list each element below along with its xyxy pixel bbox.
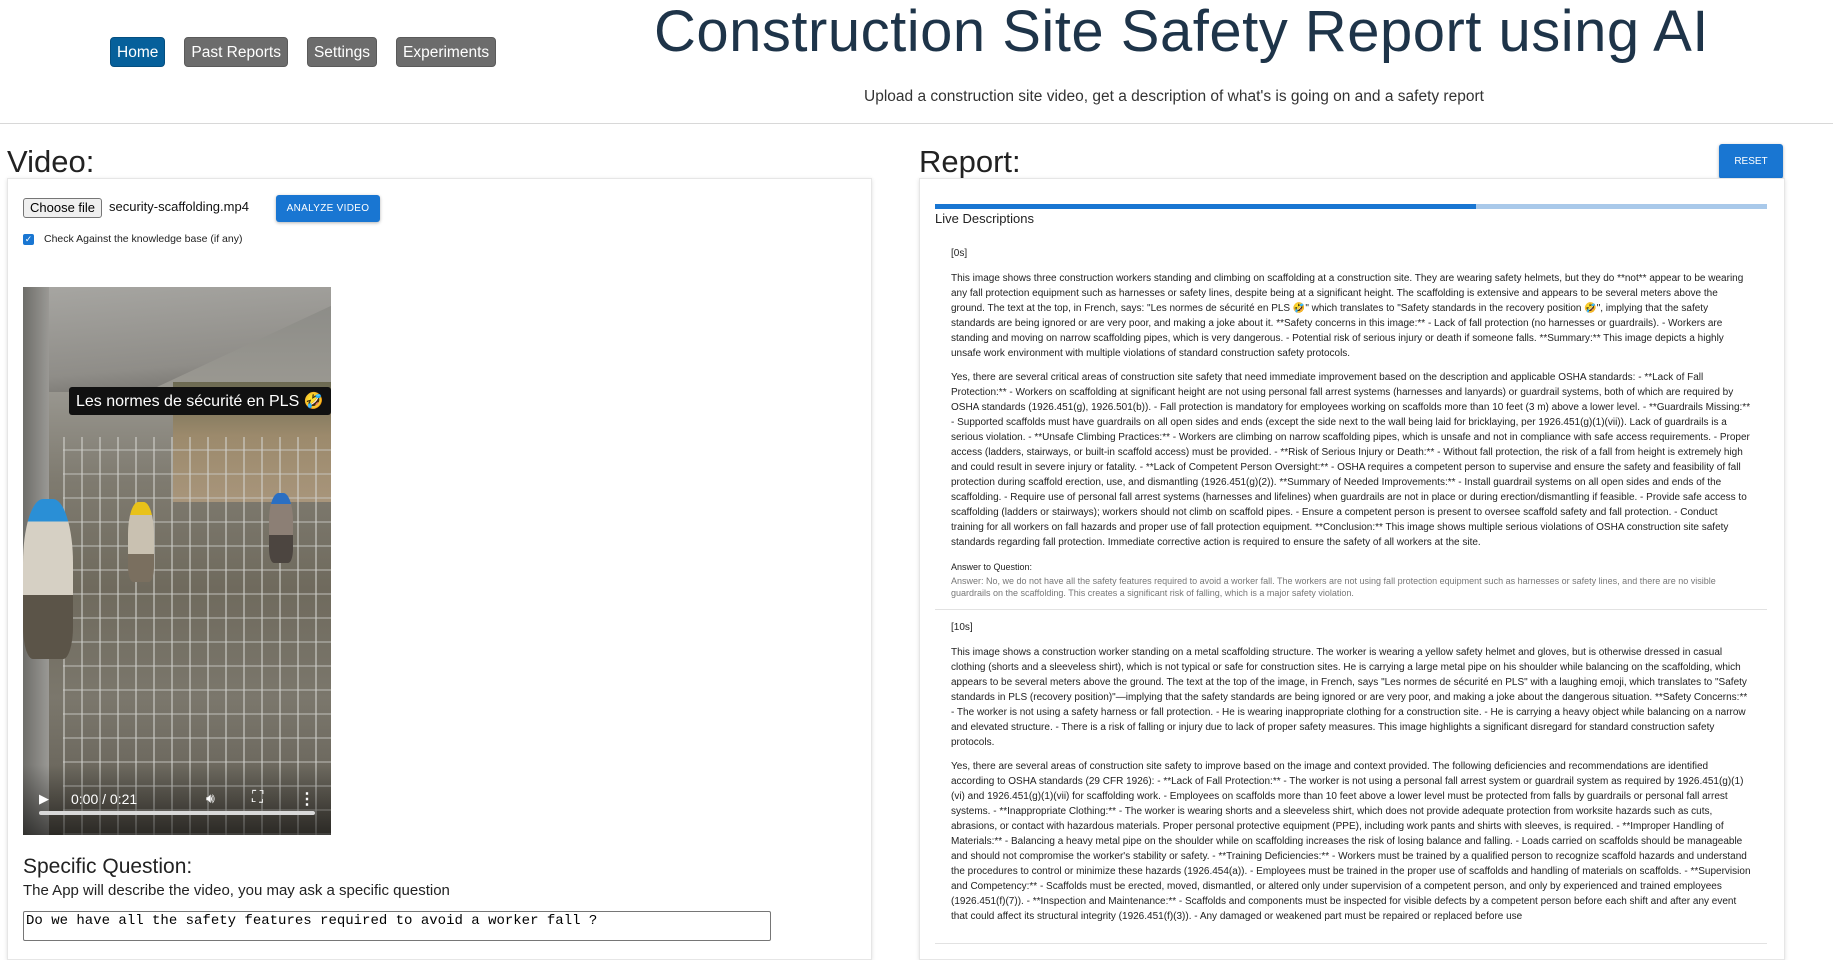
page-title: Construction Site Safety Report using AI [654,0,1709,64]
specific-question-title: Specific Question: [23,855,193,878]
video-controls: ▶ 0:00 / 0:21 🔊︎ ⛶ ⋮ [23,765,331,835]
analysis-progress-fill [935,204,1476,209]
video-progress-bar[interactable] [39,811,315,815]
knowledge-base-checkbox-label: Check Against the knowledge base (if any… [44,233,243,245]
report-entry: [0s] This image shows three construction… [935,236,1767,610]
video-time: 0:00 / 0:21 [71,791,138,807]
specific-question-hint: The App will describe the video, you may… [23,882,450,899]
analysis-progress-bar [935,204,1767,209]
video-frame-worker [23,499,73,659]
header-divider [0,123,1833,124]
specific-question-input[interactable]: Do we have all the safety features requi… [23,911,771,941]
nav-home-button[interactable]: Home [110,37,166,67]
nav-settings-button[interactable]: Settings [306,37,377,67]
volume-icon[interactable]: 🔊︎ [206,790,215,807]
selected-file-name: security-scaffolding.mp4 [109,199,249,214]
video-frame-worker [128,502,154,582]
entry-timestamp: [0s] [951,248,968,259]
video-section-title: Video: [7,144,95,179]
entry-description: This image shows a construction worker s… [951,647,1748,748]
play-icon[interactable]: ▶ [39,791,49,807]
video-frame-worker [269,493,293,563]
page-subtitle: Upload a construction site video, get a … [864,88,1484,105]
video-caption-overlay: Les normes de sécurité en PLS 🤣 [69,387,331,415]
video-frame-ceiling [23,287,331,392]
knowledge-base-checkbox[interactable]: ✓ [23,234,34,245]
entry-safety-analysis: Yes, there are several areas of construc… [951,761,1751,922]
answer-label: Answer to Question: [951,562,1033,572]
report-section-title: Report: [919,144,1021,179]
more-options-icon[interactable]: ⋮ [299,789,315,809]
report-entries-list[interactable]: [0s] This image shows three construction… [935,236,1767,947]
answer-text: Answer: No, we do not have all the safet… [951,576,1716,598]
reset-button[interactable]: RESET [1719,144,1783,179]
top-nav: Home Past Reports Settings Experiments [110,37,497,67]
entry-timestamp: [10s] [951,622,973,633]
nav-past-reports-button[interactable]: Past Reports [184,37,288,67]
report-entry: [10s] This image shows a construction wo… [935,610,1767,944]
live-descriptions-label: Live Descriptions [935,211,1034,226]
entry-safety-analysis: Yes, there are several critical areas of… [951,372,1751,548]
entry-description: This image shows three construction work… [951,273,1744,359]
nav-experiments-button[interactable]: Experiments [395,37,497,67]
analyze-video-button[interactable]: ANALYZE VIDEO [276,195,380,222]
video-player[interactable]: Les normes de sécurité en PLS 🤣 ▶ 0:00 /… [23,287,331,835]
choose-file-button[interactable]: Choose file [23,198,103,218]
fullscreen-icon[interactable]: ⛶ [252,789,263,807]
